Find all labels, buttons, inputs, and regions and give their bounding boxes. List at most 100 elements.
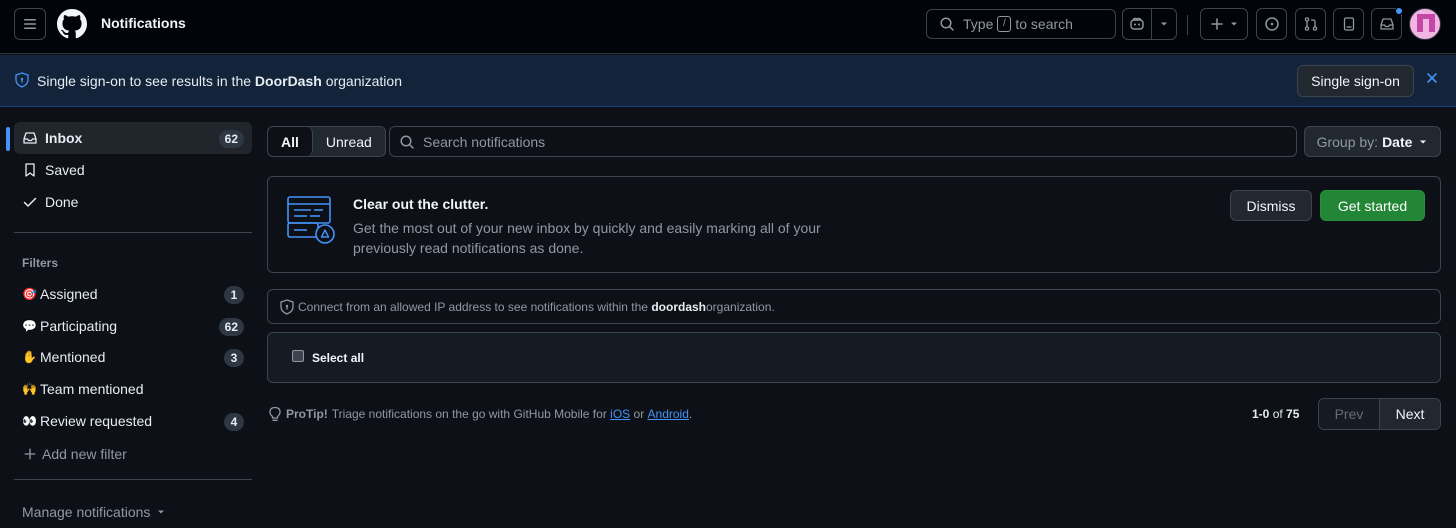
ip-allowlist-notice: Connect from an allowed IP address to se… (267, 289, 1441, 324)
pagination-range: 1-0 (1252, 407, 1270, 421)
shield-icon (15, 72, 29, 88)
filter-mentioned[interactable]: ✋ Mentioned 3 (14, 341, 252, 373)
pagination: Prev Next (1318, 398, 1441, 430)
clear-clutter-card: Clear out the clutter. Get the most out … (267, 176, 1441, 273)
filter-label: Mentioned (40, 349, 106, 365)
card-description: Get the most out of your new inbox by qu… (353, 220, 821, 256)
inbox-count-badge: 62 (218, 130, 244, 148)
sidebar-divider (14, 232, 252, 233)
raising-hands-icon: 🙌 (22, 382, 37, 396)
search-icon (400, 134, 414, 149)
notifications-search-input[interactable] (423, 133, 1283, 150)
pagination-of: of (1272, 407, 1283, 421)
plus-icon (1211, 18, 1223, 30)
filter-team-mentioned[interactable]: 🙌 Team mentioned (14, 373, 252, 405)
filter-assigned[interactable]: 🎯 Assigned 1 (14, 278, 252, 310)
select-all-checkbox[interactable] (292, 350, 304, 362)
prev-button[interactable]: Prev (1319, 399, 1380, 429)
sidebar-item-done[interactable]: Done (14, 186, 252, 218)
notifications-search[interactable] (389, 126, 1297, 157)
manage-notifications-button[interactable]: Manage notifications (22, 504, 166, 520)
caret-down-icon (1231, 22, 1237, 26)
issues-button[interactable] (1256, 8, 1287, 40)
ip-notice-end: organization. (706, 299, 775, 314)
shield-icon (280, 298, 294, 315)
ios-link[interactable]: iOS (610, 407, 630, 421)
global-header: Notifications Type / to search (0, 0, 1456, 54)
hamburger-icon (24, 19, 36, 29)
copilot-button[interactable] (1122, 8, 1152, 40)
copilot-dropdown-button[interactable] (1151, 8, 1177, 40)
pull-requests-button[interactable] (1295, 8, 1326, 40)
ip-notice-org: doordash (651, 299, 706, 314)
filter-label: Participating (40, 318, 118, 334)
protip: ProTip! Triage notifications on the go w… (268, 406, 692, 422)
filter-label: Team mentioned (40, 381, 144, 397)
ip-notice-text: Connect from an allowed IP address to se… (298, 299, 648, 314)
inbox-icon (1379, 18, 1394, 30)
github-logo-icon[interactable] (57, 9, 87, 39)
projects-button[interactable] (1333, 8, 1364, 40)
pagination-total: 75 (1286, 407, 1300, 421)
active-indicator (6, 127, 10, 151)
single-sign-on-button[interactable]: Single sign-on (1297, 65, 1414, 97)
sidebar-item-label: Saved (45, 162, 85, 178)
lightbulb-icon (269, 406, 281, 421)
copilot-icon (1130, 17, 1144, 30)
search-prefix: Type (963, 16, 994, 32)
menu-button[interactable] (14, 8, 46, 40)
filter-count-badge: 62 (218, 318, 244, 336)
sidebar-item-label: Done (45, 194, 79, 210)
target-icon: 🎯 (22, 287, 37, 301)
bookmark-icon (22, 162, 38, 178)
check-icon (22, 194, 38, 210)
search-shortcut-key: / (997, 16, 1012, 32)
sidebar-item-label: Inbox (45, 130, 83, 146)
caret-down-icon (158, 510, 165, 514)
select-all-label[interactable]: Select all (312, 351, 364, 365)
sidebar-item-saved[interactable]: Saved (14, 154, 252, 186)
filter-count-badge: 3 (224, 349, 244, 367)
tab-all[interactable]: All (268, 127, 313, 156)
page-title[interactable]: Notifications (101, 15, 186, 31)
manage-notifications-label: Manage notifications (22, 504, 151, 520)
create-new-button[interactable] (1200, 8, 1248, 40)
close-icon (1427, 73, 1437, 83)
raised-hand-icon: ✋ (22, 350, 37, 364)
read-filter-tabs: All Unread (267, 126, 386, 157)
android-link[interactable]: Android (648, 407, 689, 421)
speech-bubble-icon: 💬 (22, 319, 37, 333)
protip-end: . (688, 407, 693, 421)
search-icon (940, 17, 954, 31)
group-by-dropdown[interactable]: Group by: Date (1304, 126, 1441, 157)
get-started-button[interactable]: Get started (1320, 190, 1425, 221)
group-by-value: Date (1382, 133, 1413, 150)
filter-count-badge: 4 (224, 413, 244, 431)
user-avatar[interactable] (1409, 8, 1441, 40)
filter-review-requested[interactable]: 👀 Review requested 4 (14, 405, 252, 437)
next-button[interactable]: Next (1380, 399, 1440, 429)
global-search[interactable]: Type / to search (926, 9, 1116, 39)
filter-count-badge: 1 (224, 286, 244, 304)
repo-icon (1343, 17, 1354, 31)
git-pull-request-icon (1304, 17, 1317, 31)
add-new-filter-button[interactable]: Add new filter (14, 438, 252, 470)
issue-opened-icon (1264, 17, 1279, 31)
protip-or: or (633, 407, 645, 421)
card-title: Clear out the clutter. (353, 196, 489, 212)
filter-label: Assigned (40, 286, 98, 302)
protip-text: Triage notifications on the go with GitH… (331, 407, 607, 421)
group-by-label: Group by: (1316, 133, 1379, 150)
sso-banner: Single sign-on to see results in the Doo… (0, 55, 1456, 107)
dismiss-button[interactable]: Dismiss (1230, 190, 1312, 221)
filters-heading: Filters (22, 256, 59, 270)
plus-icon (22, 446, 38, 462)
inbox-illustration-icon (287, 195, 337, 250)
sso-org-name: DoorDash (254, 73, 322, 89)
sidebar-item-inbox[interactable]: Inbox 62 (14, 122, 252, 154)
sso-banner-text: Single sign-on to see results in the Doo… (37, 73, 402, 89)
close-banner-button[interactable] (1424, 70, 1440, 89)
filter-label: Review requested (40, 413, 153, 429)
tab-unread[interactable]: Unread (313, 127, 385, 156)
filter-participating[interactable]: 💬 Participating 62 (14, 310, 252, 342)
